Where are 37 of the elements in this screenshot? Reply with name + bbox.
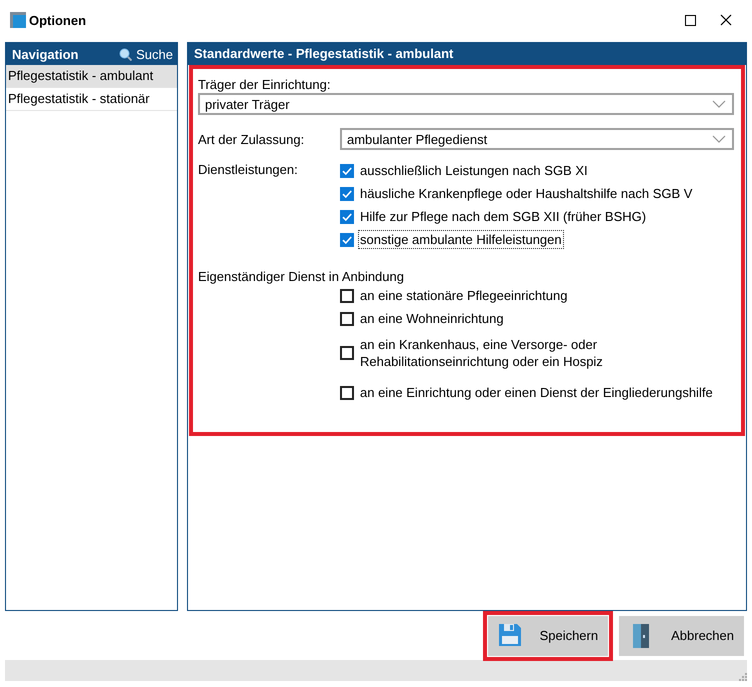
checkbox[interactable] <box>340 164 354 178</box>
dropdown-field[interactable]: privater Träger <box>198 93 734 115</box>
section-label: Eigenständiger Dienst in Anbindung <box>198 269 405 284</box>
navigation-item[interactable]: Pflegestatistik - ambulant <box>6 65 177 88</box>
checkbox-label: sonstige ambulante Hilfeleistungen <box>358 230 564 249</box>
panel-header: Standardwerte - Pflegestatistik - ambulant <box>188 43 746 65</box>
field-label: Träger der Einrichtung: <box>198 77 332 92</box>
checkbox[interactable] <box>340 186 354 200</box>
close-icon[interactable] <box>720 14 732 26</box>
checkbox-label: an eine Einrichtung oder einen Dienst der Eingliederungshilfe <box>359 384 714 402</box>
cancel-button[interactable]: Abbrechen <box>619 616 744 656</box>
checkbox[interactable] <box>340 386 354 400</box>
maximize-icon[interactable] <box>685 14 696 26</box>
panel-title: Navigation <box>12 46 78 62</box>
checkbox[interactable] <box>340 346 354 360</box>
checkbox[interactable] <box>340 232 354 246</box>
checkbox-label: Hilfe zur Pflege nach dem SGB XII (früher BSHG) <box>359 208 648 226</box>
checkbox-label: häusliche Krankenpflege oder Haushaltshilfe nach SGB V <box>359 185 694 203</box>
checkbox-label: an eine stationäre Pflegeeinrichtung <box>359 287 568 305</box>
checkbox-label: an ein Krankenhaus, eine Versorge- oder Rehabilitationseinrichtung oder ein Hospiz <box>359 336 604 371</box>
chevron-down-icon <box>712 100 726 108</box>
checkbox[interactable] <box>340 288 354 302</box>
checkbox[interactable] <box>340 312 354 326</box>
resize-grip-icon <box>739 673 747 681</box>
search-link[interactable]: Suche <box>119 46 173 62</box>
app-icon <box>10 12 26 28</box>
chevron-down-icon <box>712 135 726 143</box>
search-icon <box>119 48 132 60</box>
dropdown-field[interactable]: ambulanter Pflegedienst <box>340 128 734 150</box>
checkbox[interactable] <box>340 210 354 224</box>
checkbox-label: ausschließlich Leistungen nach SGB XI <box>359 162 589 180</box>
checkbox-label: an eine Wohneinrichtung <box>359 310 505 328</box>
window-title: Optionen <box>29 12 86 28</box>
save-button[interactable]: Speichern <box>488 616 608 656</box>
field-label: Dienstleistungen: <box>198 161 299 177</box>
navigation-item[interactable]: Pflegestatistik - stationär <box>6 88 177 111</box>
field-label: Art der Zulassung: <box>198 132 306 146</box>
